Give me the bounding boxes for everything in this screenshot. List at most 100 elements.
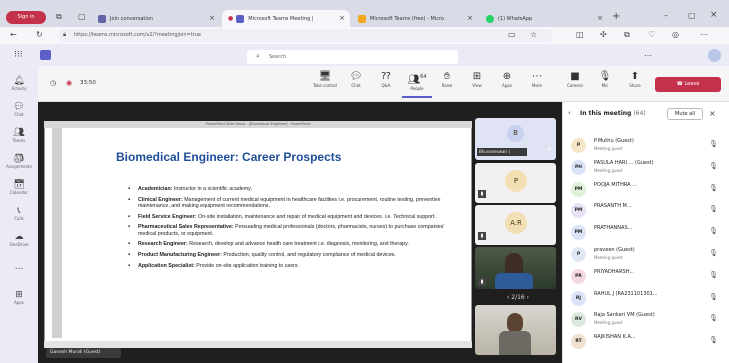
browser-essentials-icon[interactable]: ♡ (648, 29, 655, 41)
rail-activity[interactable]: 🔔︎ Activity (5, 76, 33, 91)
avatar[interactable] (708, 49, 721, 62)
refresh-icon[interactable]: ↻ (36, 29, 43, 41)
participant-row[interactable]: PM PRASANTH M... 🎙︎ (569, 201, 724, 225)
participant-row[interactable]: RT RAJKISHAN K.A... 🎙︎ (569, 332, 724, 356)
whatsapp-tab-icon (486, 14, 494, 23)
close-panel-icon[interactable]: × (709, 109, 716, 118)
participant-row[interactable]: Ppraveen (Guest) Meeting guest 🎙︎ (569, 245, 724, 269)
read-aloud-icon[interactable]: ▭ (508, 29, 516, 41)
profile-button[interactable]: Sign in (6, 11, 46, 24)
shared-window-title: PowerPoint Slide Show - [Biomedical Engi… (44, 121, 472, 128)
bullet-head: Pharmaceutical Sales Representative: (138, 224, 234, 231)
close-window-icon[interactable]: × (710, 10, 718, 20)
view-button[interactable]: ⊞ View (462, 71, 492, 88)
mic-off-icon[interactable]: 🎙︎ (709, 140, 718, 148)
new-tab-button[interactable]: + (612, 11, 620, 22)
close-tab-icon[interactable]: × (467, 14, 473, 22)
lock-icon[interactable]: 🔒︎ (63, 31, 66, 39)
rail-more[interactable]: ... (5, 262, 33, 272)
people-button[interactable]: 👥︎64 People (402, 71, 432, 98)
mic-off-icon[interactable]: 🎙︎ (709, 336, 718, 344)
rail-chat[interactable]: 💬︎ Chat (5, 102, 33, 117)
mic-off-icon[interactable]: 🎙︎ (709, 162, 718, 170)
browser-tab-join[interactable]: Join conversation × (92, 10, 220, 27)
mic-off-icon[interactable]: 🎙︎ (709, 227, 718, 235)
rail-calls[interactable]: 📞︎ Calls (5, 206, 33, 221)
browser-tab-whatsapp[interactable]: (1) WhatsApp × (480, 10, 608, 27)
chat-button[interactable]: 💬︎ Chat (341, 71, 371, 88)
vertical-tabs-icon[interactable]: ▢ (78, 12, 86, 21)
participant-role: Meeting guest (594, 255, 623, 260)
close-tab-icon[interactable]: × (339, 14, 345, 22)
mic-off-icon[interactable]: 🎙︎ (709, 184, 718, 192)
search-input[interactable]: Search (247, 50, 458, 64)
browser-tab-meeting[interactable]: ● Microsoft Teams Meeting | × (222, 10, 350, 27)
extensions-icon[interactable]: ✣ (600, 29, 607, 41)
participant-tile[interactable]: B Bhuvaneswari ( ⋯ ✕ (475, 118, 556, 160)
participant-tile[interactable]: P ▮ (475, 163, 556, 203)
chevron-right-icon[interactable]: › (525, 294, 529, 301)
browser-menu-icon[interactable]: ⋯ (700, 29, 708, 41)
people-icon: 👥︎64 (407, 74, 427, 86)
app-launcher-icon[interactable]: ⁝⁝⁝ (14, 50, 23, 60)
close-tab-icon[interactable]: × (597, 14, 603, 22)
mic-off-icon: ▮ (478, 278, 486, 286)
participant-row[interactable]: RV Raja Sankari VM (Guest) Meeting guest 🎙︎ (569, 310, 724, 334)
more-options-icon[interactable]: ⋯ (644, 51, 652, 60)
toolbar-label: Apps (502, 83, 512, 88)
maximize-icon[interactable]: ▢ (688, 11, 696, 20)
collections-icon[interactable]: ⧉ (624, 29, 630, 41)
url-field[interactable]: https://teams.microsoft.com/v2/?meetingj… (58, 29, 553, 42)
tile-pager[interactable]: ‹ 2/16 › (497, 294, 539, 301)
tab-actions-icon[interactable]: ⧉ (56, 12, 62, 22)
rail-teams[interactable]: 👥︎ Teams (5, 128, 33, 143)
apps-button[interactable]: ⊕ Apps (492, 71, 522, 88)
participant-avatar: RT (571, 334, 586, 350)
video-person-body (499, 331, 531, 355)
toolbar-label: Camera (567, 83, 583, 88)
slide-bullet: Product Manufacturing Engineer: Producti… (128, 252, 458, 259)
rail-onedrive[interactable]: ☁︎ OneDrive (5, 232, 33, 247)
rail-calendar[interactable]: 📅︎ Calendar (5, 180, 33, 195)
browser-tab-teams-free[interactable]: Microsoft Teams (free) - Micro × (352, 10, 478, 27)
mic-off-icon[interactable]: 🎙︎ (709, 314, 718, 322)
camera-button[interactable]: ■ Camera (560, 71, 590, 88)
close-tab-icon[interactable]: × (209, 14, 215, 22)
bullet-text: Research, develop and advance health car… (189, 241, 409, 248)
chat-icon: 💬︎ (13, 102, 25, 112)
participant-row[interactable]: PM PRATHANNAS... 🎙︎ (569, 223, 724, 247)
share-button[interactable]: ⬆︎ Share (620, 71, 650, 88)
participant-row[interactable]: PM POOJA MITHRA ... 🎙︎ (569, 180, 724, 204)
raise-hand-button[interactable]: ✋︎ Raise (432, 71, 462, 88)
back-icon[interactable]: ← (10, 29, 17, 41)
participant-video-tile[interactable] (475, 305, 556, 355)
mic-off-icon[interactable]: 🎙︎ (709, 271, 718, 279)
qa-button[interactable]: ⁇ Q&A (371, 71, 401, 88)
more-options-icon[interactable]: ⋯ (537, 146, 543, 153)
rail-apps[interactable]: ⊞ Apps (5, 290, 33, 305)
mic-off-icon[interactable]: 🎙︎ (709, 293, 718, 301)
minimize-icon[interactable]: – (664, 11, 668, 20)
mic-off-icon[interactable]: 🎙︎ (709, 205, 718, 213)
copilot-icon[interactable]: ◎ (672, 29, 679, 41)
mic-button[interactable]: 🎙︎ Mic (590, 71, 620, 88)
take-control-button[interactable]: 🖥︎ Take control (310, 71, 340, 88)
meeting-info-icon[interactable]: ◷ (50, 79, 56, 87)
participant-row[interactable]: RJ RAHUL J (RA231101301... 🎙︎ (569, 289, 724, 313)
participant-row[interactable]: PH PASULA HARI ... (Guest) Meeting guest 🎙︎ (569, 158, 724, 182)
participant-row[interactable]: PR PRIYADHARSH... 🎙︎ (569, 267, 724, 291)
chevron-left-icon[interactable]: ‹ (568, 109, 571, 117)
favorite-star-icon[interactable]: ☆ (530, 29, 537, 41)
mute-all-button[interactable]: Mute all (667, 108, 703, 120)
qa-icon: ⁇ (381, 71, 391, 82)
split-screen-icon[interactable]: ◫ (576, 29, 584, 41)
participant-tile[interactable]: A.R ▮ (475, 205, 556, 245)
bullet-head: Research Engineer: (138, 241, 188, 248)
rail-assignments[interactable]: 🎒︎ Assignments (5, 154, 33, 169)
leave-button[interactable]: ☎︎ Leave (655, 77, 721, 92)
audio-playing-icon[interactable]: ● (228, 15, 233, 22)
participant-video-tile[interactable]: ▮ (475, 247, 556, 289)
mic-off-icon[interactable]: 🎙︎ (709, 249, 718, 257)
participant-row[interactable]: P P.Muthu (Guest) Meeting guest 🎙︎ (569, 136, 724, 160)
more-button[interactable]: ⋯ More (522, 71, 552, 88)
